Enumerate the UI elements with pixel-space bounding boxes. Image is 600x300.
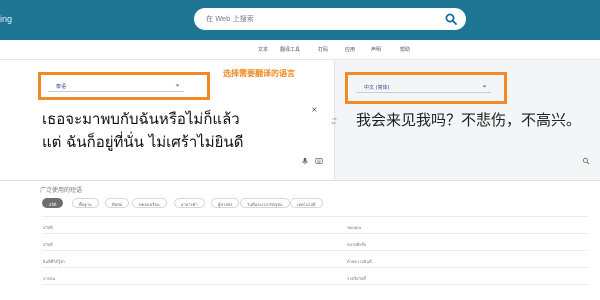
translation-output: 我会来见我吗？不悲伤，不高兴。 [356,111,582,129]
keyboard-icon[interactable] [315,157,323,165]
secondary-navigation: 文本 翻译工具 打码 应用 声明 帮助 [0,40,600,60]
left-margin [0,220,34,300]
phrase-row-divider [42,233,588,234]
phrase-source-word[interactable]: ลาก่อน [43,275,55,282]
phrase-row-divider [42,284,588,285]
phrase-source-word[interactable]: สวัสดี [43,241,53,248]
source-text[interactable]: เธอจะมาพบกับฉันหรือไม่ก็แล้ว แต่ ฉันก็อย… [42,108,312,154]
phrase-translation-word[interactable]: ด้วยความยินดี [347,258,372,265]
brand-logo[interactable]: ing [0,14,12,24]
nav-apps[interactable]: 应用 [345,46,355,53]
target-language-select[interactable]: 中文 (简体) [356,81,491,93]
close-icon[interactable]: × [311,105,318,114]
chevron-down-icon [175,84,180,87]
target-language-label: 中文 (简体) [364,85,390,91]
nav-code[interactable]: 打码 [318,46,328,53]
search-icon[interactable] [444,12,458,26]
phrase-category-chip[interactable]: สถิติ [42,198,64,208]
phrases-title: 广泛使用的短语 [40,187,83,194]
microphone-icon[interactable] [301,157,309,165]
phrase-category-chip[interactable]: อาหารค่ำ [174,198,205,208]
nav-help[interactable]: 帮助 [400,46,410,53]
phrase-category-chip[interactable]: เทคโนโลยี [290,198,323,208]
phrase-translation-word[interactable]: ราตรีสวัสดิ์ [347,275,366,282]
phrase-translation-word[interactable]: สบายดีหรือ [347,241,366,248]
source-language-select[interactable]: 泰语 [48,80,184,92]
phrase-category-chip[interactable]: พื้นฐาน [72,198,99,208]
phrase-translation-word[interactable]: ขอบคุณ [347,224,361,231]
nav-translation-tools[interactable]: 翻译工具 [280,46,300,53]
phrase-category-chip[interactable]: ทดลองเรียน [132,198,167,208]
source-language-label: 泰语 [56,84,67,90]
source-text-line-2: แต่ ฉันก็อยู่ที่นั่น ไม่เศร้าไม่ยินดี [42,133,244,151]
language-selection-annotation: 选择需要翻译的语言 [223,69,295,78]
phrase-row-divider [42,267,588,268]
source-text-line-1: เธอจะมาพบกับฉันหรือไม่ก็แล้ว [42,110,240,128]
chevron-down-icon [482,85,487,88]
nav-statement[interactable]: 声明 [371,46,381,53]
phrase-category-chip[interactable]: ติดต่อ [105,198,130,208]
phrase-row-divider [42,216,588,217]
phrase-category-chip[interactable]: ผู้ขายบัง [211,198,240,208]
search-input[interactable] [206,12,436,26]
phrase-category-chip[interactable]: วันที่และเวลาปัจจุบัน [240,198,290,208]
search-box [194,8,466,30]
phrase-row-divider [42,250,588,251]
nav-text[interactable]: 文本 [258,46,268,53]
phrase-source-word[interactable]: สวัสดี [43,224,53,231]
phrase-source-word[interactable]: ยินดีที่ได้รู้จัก [43,258,65,265]
search-icon[interactable] [582,157,590,165]
top-bar: ing [0,0,600,40]
swap-icon[interactable] [330,117,338,125]
